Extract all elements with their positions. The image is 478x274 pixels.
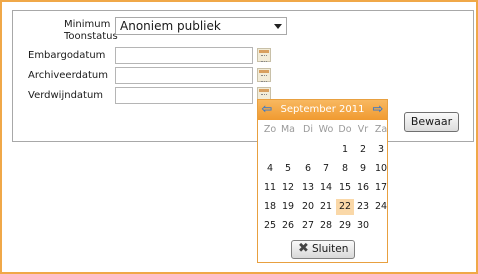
- arrow-left-icon[interactable]: ⇦: [261, 103, 273, 116]
- arrow-right-icon[interactable]: ⇨: [372, 103, 384, 116]
- calendar-day[interactable]: 16: [354, 180, 372, 196]
- calendar-day[interactable]: 29: [336, 218, 354, 234]
- calendar-day[interactable]: 9: [354, 161, 372, 177]
- embargo-calendar-icon[interactable]: [257, 48, 271, 62]
- save-button[interactable]: Bewaar: [404, 112, 459, 132]
- calendar-popup: ⇦ September 2011 ⇨ Zo Ma Di Wo Do Vr Za 123456…: [257, 99, 388, 263]
- calendar-day[interactable]: 4: [261, 161, 279, 177]
- weekday-label: Di: [303, 124, 313, 135]
- weekday-header-row: Zo Ma Di Wo Do Vr Za: [259, 124, 388, 138]
- min-status-value: Anoniem publiek: [120, 19, 221, 33]
- calendar-day[interactable]: 10: [372, 161, 390, 177]
- embargo-date-input[interactable]: [115, 47, 253, 64]
- archive-date-input[interactable]: [115, 67, 253, 84]
- calendar-day[interactable]: 23: [354, 199, 372, 215]
- archive-calendar-icon[interactable]: [257, 68, 271, 82]
- calendar-day[interactable]: 7: [317, 161, 335, 177]
- weekday-label: Ma: [280, 124, 296, 135]
- calendar-day[interactable]: 26: [279, 218, 297, 234]
- calendar-day[interactable]: 18: [261, 199, 279, 215]
- chevron-down-icon: [274, 24, 282, 29]
- calendar-day[interactable]: 1: [336, 142, 354, 158]
- close-calendar-label: Sluiten: [312, 243, 349, 255]
- calendar-day[interactable]: 17: [372, 180, 390, 196]
- weekday-label: Do: [338, 124, 352, 135]
- calendar-day[interactable]: 20: [299, 199, 317, 215]
- calendar-day[interactable]: 13: [299, 180, 317, 196]
- calendar-day[interactable]: 28: [317, 218, 335, 234]
- disappear-label: Verdwijndatum: [28, 90, 104, 101]
- calendar-day[interactable]: 11: [261, 180, 279, 196]
- weekday-label: Wo: [318, 124, 334, 135]
- calendar-day[interactable]: 21: [317, 199, 335, 215]
- calendar-day[interactable]: 5: [279, 161, 297, 177]
- calendar-day[interactable]: 30: [354, 218, 372, 234]
- calendar-day[interactable]: 19: [279, 199, 297, 215]
- close-calendar-button[interactable]: ✖ Sluiten: [291, 240, 355, 259]
- disappear-date-input[interactable]: [115, 87, 253, 104]
- calendar-month-title: September 2011: [280, 104, 365, 115]
- calendar-day[interactable]: 15: [336, 180, 354, 196]
- calendar-day[interactable]: 8: [336, 161, 354, 177]
- calendar-day[interactable]: 6: [299, 161, 317, 177]
- weekday-label: Za: [374, 124, 388, 135]
- calendar-day[interactable]: 12: [279, 180, 297, 196]
- calendar-day[interactable]: 24: [372, 199, 390, 215]
- archive-label: Archiveerdatum: [28, 70, 108, 81]
- calendar-header: ⇦ September 2011 ⇨: [258, 100, 387, 120]
- close-icon: ✖: [298, 241, 309, 256]
- calendar-day[interactable]: 14: [317, 180, 335, 196]
- calendar-day[interactable]: 25: [261, 218, 279, 234]
- calendar-day[interactable]: 3: [372, 142, 390, 158]
- weekday-label: Zo: [263, 124, 277, 135]
- embargo-label: Embargodatum: [28, 50, 106, 61]
- calendar-day[interactable]: 27: [299, 218, 317, 234]
- calendar-day[interactable]: 2: [354, 142, 372, 158]
- min-status-select[interactable]: Anoniem publiek: [115, 17, 287, 35]
- weekday-label: Vr: [357, 124, 369, 135]
- calendar-day-selected[interactable]: 22: [336, 199, 354, 215]
